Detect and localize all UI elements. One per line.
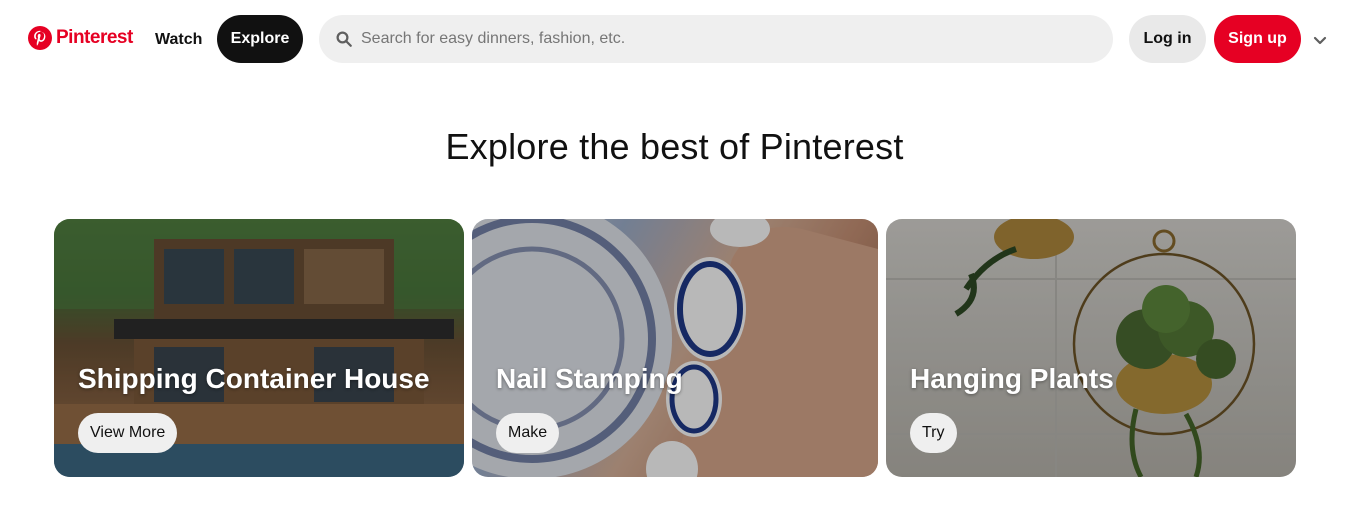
explore-card-hanging-plants[interactable]: Hanging Plants Try [886, 219, 1296, 477]
pinterest-logo[interactable]: Pinterest [28, 26, 133, 50]
nav-watch[interactable]: Watch [140, 16, 217, 64]
search-icon [336, 31, 352, 47]
nav-explore[interactable]: Explore [217, 15, 303, 63]
signup-button[interactable]: Sign up [1214, 15, 1301, 63]
page-title: Explore the best of Pinterest [445, 126, 904, 167]
card-title: Hanging Plants [910, 363, 1114, 394]
explore-card-nail-stamping[interactable]: Nail Stamping Make [472, 219, 878, 477]
pinterest-logo-icon [28, 26, 52, 50]
try-button[interactable]: Try [910, 413, 957, 453]
card-title: Nail Stamping [496, 363, 683, 394]
login-button[interactable]: Log in [1129, 15, 1206, 63]
card-title: Shipping Container House [78, 363, 430, 394]
logo-text: Pinterest [56, 27, 133, 48]
make-button[interactable]: Make [496, 413, 560, 453]
search-input[interactable] [361, 15, 1101, 63]
chevron-down-icon[interactable] [1310, 30, 1330, 50]
view-more-button[interactable]: View More [78, 413, 178, 453]
top-navigation-bar: Pinterest Watch Explore Log in Sign up [0, 0, 1349, 80]
search-bar[interactable] [319, 15, 1113, 63]
explore-card-shipping-container-house[interactable]: Shipping Container House View More [54, 219, 464, 477]
